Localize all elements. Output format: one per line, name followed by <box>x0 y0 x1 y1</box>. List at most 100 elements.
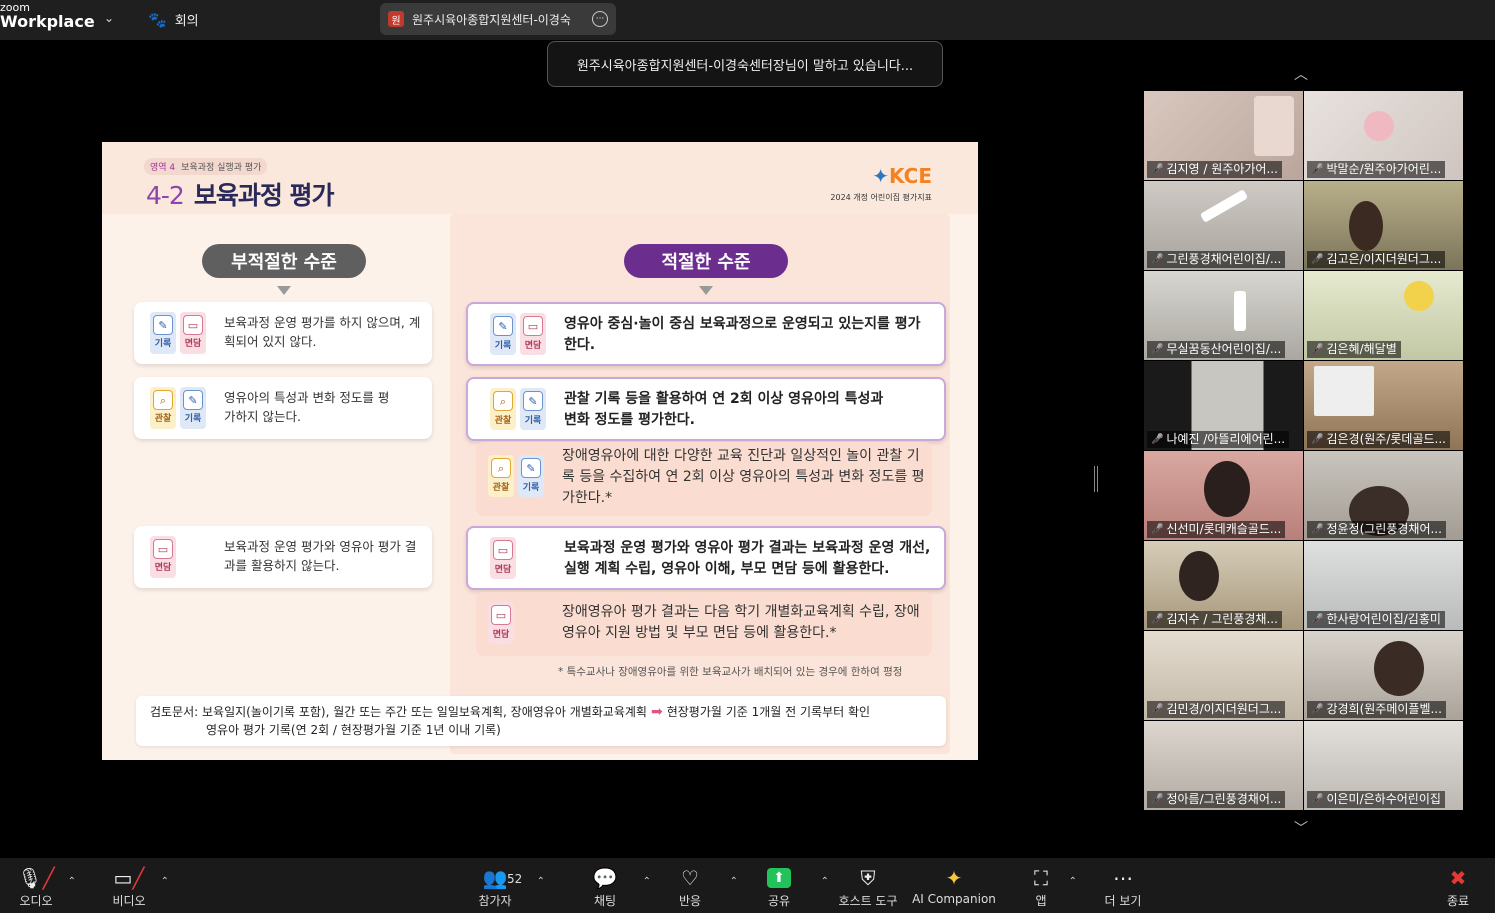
doc-arrow-text: 현장평가월 기준 1개월 전 기록부터 확인 <box>666 705 871 719</box>
participant-tile[interactable]: 🎤̸ 김지영 / 원주아가어... <box>1144 91 1303 180</box>
kce-logo-mark: ✦KCE <box>872 164 932 188</box>
resize-handle[interactable] <box>1094 466 1098 492</box>
active-speaker-chip[interactable]: 원 원주시육아종합지원센터-이경숙 ··· <box>380 3 616 35</box>
bad-level-label: 부적절한 수준 <box>202 244 366 278</box>
muted-mic-icon: 🎤̸ <box>1151 614 1164 625</box>
shield-icon: ⛨ <box>860 866 876 890</box>
chat-button[interactable]: 💬 채팅 ⌃ <box>565 864 651 909</box>
caret-up-icon[interactable]: ⌃ <box>730 876 738 887</box>
muted-mic-icon: 🎤̸ <box>1151 254 1164 265</box>
more-button[interactable]: ⋯ 더 보기 <box>1083 864 1163 909</box>
good-subitem-text: 장애영유아 평가 결과는 다음 학기 개별화교육계획 수립, 장애영유아 지원 … <box>562 604 920 641</box>
zoom-logo: zoom Workplace <box>0 2 95 30</box>
brand-bottom: Workplace <box>0 12 95 31</box>
good-item: ✎ 기록 ▭ 면담 영유아 중심·놀이 중심 보육과정으로 운영되고 있는지를 평가… <box>466 302 946 366</box>
participant-tile[interactable]: 🎤̸ 이은미/은하수어린이집 <box>1304 721 1463 810</box>
doc-line-1: 검토문서: 보육일지(놀이기록 포함), 월간 또는 주간 또는 일일보육계획,… <box>150 705 647 719</box>
participant-name: 신선미/롯데캐슬골드... <box>1166 522 1282 536</box>
scroll-down-icon[interactable]: ﹀ <box>1294 818 1308 838</box>
more-icon[interactable]: ··· <box>592 11 608 27</box>
participant-tile[interactable]: 🎤̸ 김지수 / 그린풍경채... <box>1144 541 1303 630</box>
participant-tile[interactable]: 🎤̸ 박말순/원주아가어린... <box>1304 91 1463 180</box>
area-title: 보육과정 실행과 평가 <box>181 163 262 173</box>
participant-name: 김민경/이지더원더그... <box>1166 702 1282 716</box>
caret-up-icon[interactable]: ⌃ <box>537 876 545 887</box>
participant-tile[interactable]: 🎤̸ 그린풍경채어린이집/... <box>1144 181 1303 270</box>
interview-icon: ▭ 면담 <box>488 602 514 644</box>
audio-label: 오디오 <box>19 894 53 908</box>
participant-tile[interactable]: 🎤̸ 신선미/롯데캐슬골드... <box>1144 451 1303 540</box>
meeting-label: 회의 <box>174 14 199 29</box>
participant-name: 정아름/그린풍경채어... <box>1166 792 1282 806</box>
participant-name: 이은미/은하수어린이집 <box>1326 792 1441 806</box>
participant-tile[interactable]: 🎤̸ 정윤정(그린풍경채어... <box>1304 451 1463 540</box>
more-label: 더 보기 <box>1104 894 1142 908</box>
end-button[interactable]: ✖ 종료 <box>1418 864 1495 909</box>
muted-mic-icon: 🎤̸ <box>1311 344 1324 355</box>
muted-mic-icon: 🎤̸ <box>1311 794 1324 805</box>
audio-button[interactable]: 🎙╱ 오디오 ⌃ <box>0 864 76 909</box>
apps-button[interactable]: ⛶ 앱 ⌃ <box>1001 864 1081 909</box>
video-label: 비디오 <box>112 894 146 908</box>
participant-name: 나예진 /아뜰리에어린... <box>1166 432 1286 446</box>
participant-tile[interactable]: 🎤̸ 김은혜/해달별 <box>1304 271 1463 360</box>
muted-mic-icon: 🎤̸ <box>1151 704 1164 715</box>
doc-line-2: 영유아 평가 기록(연 2회 / 현장평가월 기준 1년 이내 기록) <box>206 723 501 737</box>
more-dots-icon: ⋯ <box>1113 866 1133 890</box>
speaking-toast: 원주시육아종합지원센터-이경숙센터장님이 말하고 있습니다... <box>547 41 943 87</box>
participant-tile[interactable]: 🎤̸ 김고은/이지더원더그... <box>1304 181 1463 270</box>
slide-title-text: 보육과정 평가 <box>193 181 335 210</box>
participant-name: 박말순/원주아가어린... <box>1326 162 1442 176</box>
video-off-icon: ▭╱ <box>113 866 145 890</box>
apps-icon: ⛶ <box>1034 866 1048 890</box>
right-arrow-icon: ➡ <box>650 704 663 720</box>
meeting-menu[interactable]: 🐾 회의 <box>148 10 199 30</box>
participants-count: 52 <box>507 872 523 886</box>
slide-title: 4-2 보육과정 평가 <box>146 176 335 212</box>
participants-label: 참가자 <box>478 894 512 908</box>
reactions-button[interactable]: ♡ 반응 ⌃ <box>650 864 738 909</box>
share-button[interactable]: ⬆ 공유 ⌃ <box>739 864 829 909</box>
good-item: ⌕ 관찰 ✎ 기록 관찰 기록 등을 활용하여 연 2회 이상 영유아의 특성과 변… <box>466 377 946 441</box>
caret-up-icon[interactable]: ⌃ <box>68 876 76 887</box>
kce-logo-sub: 2024 개정 어린이집 평가지표 <box>830 193 932 202</box>
participant-tile[interactable]: 🎤̸ 한사랑어린이집/김홍미 <box>1304 541 1463 630</box>
muted-mic-icon: 🎤̸ <box>1151 344 1164 355</box>
participants-button[interactable]: 👥 52 참가자 ⌃ <box>455 864 545 909</box>
participant-tile[interactable]: 🎤̸ 정아름/그린풍경채어... <box>1144 721 1303 810</box>
top-bar: zoom Workplace ⌄ 🐾 회의 원 원주시육아종합지원센터-이경숙 … <box>0 0 1495 40</box>
bad-item-text: 영유아의 특성과 변화 정도를 평가하지 않는다. <box>224 390 390 424</box>
participant-tile[interactable]: 🎤̸ 김민경/이지더원더그... <box>1144 631 1303 720</box>
participant-tile[interactable]: 🎤̸ 강경희(원주메이플벨... <box>1304 631 1463 720</box>
caret-up-icon[interactable]: ⌃ <box>1069 876 1077 887</box>
scroll-up-icon[interactable]: ︿ <box>1294 64 1308 84</box>
bad-item: ▭ 면담 보육과정 운영 평가와 영유아 평가 결과를 활용하지 않는다. <box>134 526 432 588</box>
host-tools-button[interactable]: ⛨ 호스트 도구 <box>828 864 908 909</box>
chat-label: 채팅 <box>593 894 617 908</box>
ai-label: AI Companion <box>912 892 996 906</box>
area-tag: 영역 4 보육과정 실행과 평가 <box>144 158 268 175</box>
caret-up-icon[interactable]: ⌃ <box>161 876 169 887</box>
ai-companion-button[interactable]: ✦ AI Companion <box>909 864 999 906</box>
down-arrow-icon <box>699 286 713 295</box>
good-subitem: ⌕ 관찰 ✎ 기록 장애영유아에 대한 다양한 교육 진단과 일상적인 놀이 관찰 … <box>476 442 932 516</box>
share-label: 공유 <box>767 894 791 908</box>
muted-mic-icon: 🎤̸ <box>1151 524 1164 535</box>
participant-name: 김고은/이지더원더그... <box>1326 252 1442 266</box>
participant-tile[interactable]: 🎤̸ 무실꿈동산어린이집/... <box>1144 271 1303 360</box>
sparkle-icon: ✦ <box>945 866 963 890</box>
video-button[interactable]: ▭╱ 비디오 ⌃ <box>89 864 169 909</box>
bad-item: ⌕ 관찰 ✎ 기록 영유아의 특성과 변화 정도를 평가하지 않는다. <box>134 377 432 439</box>
review-documents: 검토문서: 보육일지(놀이기록 포함), 월간 또는 주간 또는 일일보육계획,… <box>136 696 946 746</box>
muted-mic-icon: 🎤̸ <box>1311 524 1324 535</box>
muted-mic-icon: 🎤̸ <box>1311 614 1324 625</box>
participant-tile[interactable]: 🎤̸ 나예진 /아뜰리에어린... <box>1144 361 1303 450</box>
participant-tile[interactable]: 🎤̸ 김은경(원주/롯데골드... <box>1304 361 1463 450</box>
interview-icon: ▭ 면담 <box>520 313 546 355</box>
participant-name: 정윤정(그린풍경채어... <box>1326 522 1442 536</box>
good-item-text: 영유아 중심·놀이 중심 보육과정으로 운영되고 있는지를 평가한다. <box>564 316 921 353</box>
muted-mic-icon: 🎤̸ <box>1311 704 1324 715</box>
end-x-icon: ✖ <box>1449 866 1467 890</box>
good-item-text: 관찰 기록 등을 활용하여 연 2회 이상 영유아의 특성과 변화 정도를 평가… <box>564 391 884 428</box>
chevron-down-icon[interactable]: ⌄ <box>104 11 114 25</box>
